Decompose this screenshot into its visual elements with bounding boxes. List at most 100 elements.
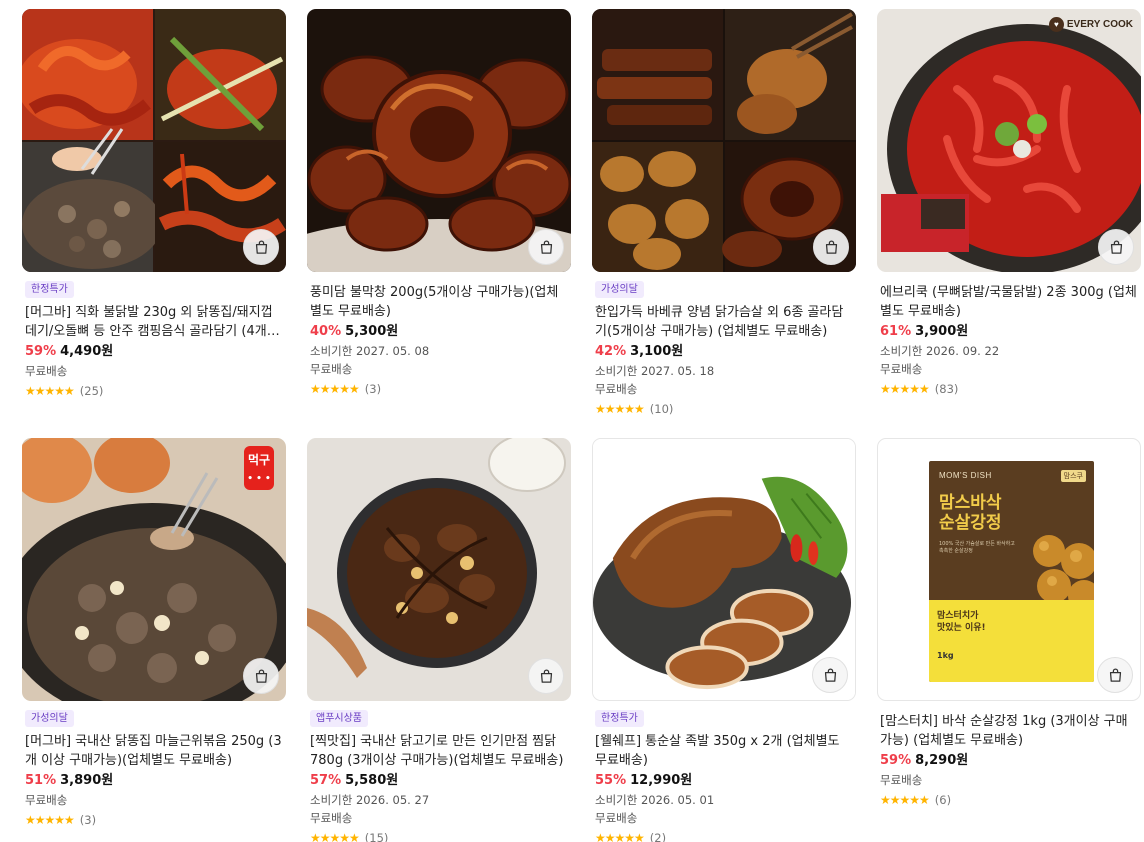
- product-card[interactable]: 앱푸시상품 [찍맛집] 국내산 닭고기로 만든 인기만점 찜닭 780g (3개…: [307, 438, 571, 842]
- chicken-feet-soup-image: [877, 9, 1141, 272]
- review-count: (15): [364, 831, 389, 842]
- sale-price: 12,990원: [630, 773, 693, 788]
- discount-rate: 42%: [595, 344, 627, 359]
- product-image[interactable]: [592, 9, 856, 272]
- product-name[interactable]: [찍맛집] 국내산 닭고기로 만든 인기만점 찜닭 780g (3개이상 구매가…: [310, 732, 568, 770]
- product-image[interactable]: ♥ EVERY COOK: [877, 9, 1141, 272]
- brand-logo-icon: ♥: [1048, 17, 1064, 32]
- sale-price: 3,900원: [915, 324, 969, 339]
- product-card[interactable]: 한정특가 [머그바] 직화 불닭발 230g 외 닭똥집/돼지껍데기/오돌뼈 등…: [22, 9, 286, 400]
- promo-badge: 앱푸시상품: [310, 710, 368, 727]
- product-name[interactable]: 풍미담 불막창 200g(5개이상 구매가능)(업체별도 무료배송): [310, 283, 568, 321]
- star-icons: ★★★★★: [595, 402, 645, 416]
- shipping-info: 무료배송: [25, 793, 68, 807]
- rating: ★★★★★ (3): [310, 380, 568, 398]
- discount-rate: 59%: [25, 344, 57, 359]
- package-tag: 맘스쿠: [1060, 470, 1086, 482]
- shipping-info: 무료배송: [310, 362, 353, 376]
- price-row: 59% 8,290원: [880, 751, 1138, 771]
- star-icons: ★★★★★: [25, 384, 75, 398]
- star-icons: ★★★★★: [310, 831, 360, 842]
- review-count: (10): [649, 402, 674, 416]
- star-icons: ★★★★★: [595, 831, 645, 842]
- package-yellow-line1: 맘스터치가: [937, 611, 979, 621]
- spicy-chicken-feet-collage-image: [22, 9, 286, 272]
- product-name[interactable]: [머그바] 국내산 닭똥집 마늘근위볶음 250g (3개 이상 구매가능)(업…: [25, 732, 283, 770]
- add-to-cart-button[interactable]: [243, 229, 279, 265]
- review-count: (2): [649, 831, 667, 842]
- discount-rate: 57%: [310, 773, 342, 788]
- sale-price: 5,300원: [345, 324, 399, 339]
- promo-badge: 가성의달: [25, 710, 74, 727]
- package-subtitle: 100% 국산 가슴살로 만든 바삭하고 촉촉한 순살강정: [939, 541, 1015, 554]
- promo-badge: 한정특가: [25, 281, 74, 298]
- add-to-cart-button[interactable]: [243, 658, 279, 694]
- product-card[interactable]: 한정특가 [웰쉐프] 통순살 족발 350g x 2개 (업체별도 무료배송) …: [592, 438, 856, 842]
- package-yellow-line2: 맛있는 이유!: [937, 623, 986, 633]
- shopping-bag-icon: [255, 669, 267, 683]
- shipping-info: 무료배송: [880, 773, 923, 787]
- star-icons: ★★★★★: [880, 793, 930, 807]
- expiry-date: 소비기한 2027. 05. 18: [595, 364, 715, 378]
- sale-price: 4,490원: [60, 344, 114, 359]
- shopping-bag-icon: [1109, 668, 1121, 682]
- add-to-cart-button[interactable]: [1098, 229, 1134, 265]
- expiry-date: 소비기한 2027. 05. 08: [310, 344, 430, 358]
- add-to-cart-button[interactable]: [528, 658, 564, 694]
- rating: ★★★★★ (15): [310, 829, 568, 842]
- shipping-info: 무료배송: [880, 362, 923, 376]
- product-card[interactable]: 풍미담 불막창 200g(5개이상 구매가능)(업체별도 무료배송) 40% 5,…: [307, 9, 571, 398]
- review-count: (3): [79, 813, 97, 827]
- brand-logo: 먹구 • • •: [244, 446, 274, 490]
- price-row: 55% 12,990원: [595, 771, 853, 791]
- discount-rate: 59%: [880, 753, 912, 768]
- brand-logo: ♥ EVERY COOK: [1048, 17, 1133, 32]
- discount-rate: 61%: [880, 324, 912, 339]
- shopping-bag-icon: [1110, 240, 1122, 254]
- product-name[interactable]: 한입가득 바베큐 양념 닭가슴살 외 6종 골라담기(5개이상 구매가능) (업…: [595, 303, 853, 341]
- package-title-line1: 맘스바삭: [939, 493, 1002, 513]
- price-row: 40% 5,300원: [310, 322, 568, 342]
- shopping-bag-icon: [824, 668, 836, 682]
- add-to-cart-button[interactable]: [1097, 657, 1133, 693]
- shopping-bag-icon: [255, 240, 267, 254]
- shipping-info: 무료배송: [25, 364, 68, 378]
- rating: ★★★★★ (25): [25, 382, 283, 400]
- star-icons: ★★★★★: [310, 382, 360, 396]
- review-count: (25): [79, 384, 104, 398]
- product-image[interactable]: [307, 9, 571, 272]
- add-to-cart-button[interactable]: [812, 657, 848, 693]
- fried-chicken-package-image: MOM'S DISH 맘스쿠 맘스바삭 순살강정 100% 국산 가슴살로 만든 …: [929, 461, 1094, 682]
- shopping-bag-icon: [540, 240, 552, 254]
- add-to-cart-button[interactable]: [813, 229, 849, 265]
- star-icons: ★★★★★: [880, 382, 930, 396]
- package-yellow-band: 맘스터치가맛있는 이유! 1kg: [929, 600, 1094, 682]
- product-name[interactable]: 에브리쿡 (무뼈닭발/국물닭발) 2종 300g (업체별도 무료배송): [880, 283, 1138, 321]
- product-name[interactable]: [머그바] 직화 불닭발 230g 외 닭똥집/돼지껍데기/오돌뼈 등 안주 캠…: [25, 303, 283, 341]
- product-card[interactable]: 먹구 • • • 가성의달 [머그바] 국내산 닭똥집 마늘근위볶음 250g (…: [22, 438, 286, 829]
- expiry-date: 소비기한 2026. 09. 22: [880, 344, 1000, 358]
- product-card[interactable]: ♥ EVERY COOK 에브리쿡 (무뼈닭발/국물닭발) 2종 300g (업체…: [877, 9, 1141, 398]
- product-image[interactable]: [592, 438, 856, 701]
- product-name[interactable]: [맘스터치] 바삭 순살강정 1kg (3개이상 구매가능) (업체별도 무료배…: [880, 712, 1138, 750]
- product-image[interactable]: [22, 9, 286, 272]
- product-card[interactable]: 가성의달 한입가득 바베큐 양념 닭가슴살 외 6종 골라담기(5개이상 구매가…: [592, 9, 856, 418]
- product-image[interactable]: MOM'S DISH 맘스쿠 맘스바삭 순살강정 100% 국산 가슴살로 만든 …: [877, 438, 1141, 701]
- package-yellow-text: 맘스터치가맛있는 이유!: [937, 610, 986, 634]
- package-title: 맘스바삭 순살강정: [939, 493, 1002, 533]
- shipping-info: 무료배송: [595, 382, 638, 396]
- product-card[interactable]: MOM'S DISH 맘스쿠 맘스바삭 순살강정 100% 국산 가슴살로 만든 …: [877, 438, 1141, 809]
- package-weight: 1kg: [937, 651, 954, 660]
- product-name[interactable]: [웰쉐프] 통순살 족발 350g x 2개 (업체별도 무료배송): [595, 732, 853, 770]
- add-to-cart-button[interactable]: [528, 229, 564, 265]
- product-image[interactable]: 먹구 • • •: [22, 438, 286, 701]
- product-image[interactable]: [307, 438, 571, 701]
- sale-price: 5,580원: [345, 773, 399, 788]
- grilled-makchang-image: [307, 9, 571, 272]
- expiry-date: 소비기한 2026. 05. 27: [310, 793, 430, 807]
- bbq-chicken-collage-image: [592, 9, 856, 272]
- rating: ★★★★★ (3): [25, 811, 283, 829]
- rating: ★★★★★ (83): [880, 380, 1138, 398]
- review-count: (3): [364, 382, 382, 396]
- brand-logo-text: EVERY COOK: [1066, 19, 1133, 30]
